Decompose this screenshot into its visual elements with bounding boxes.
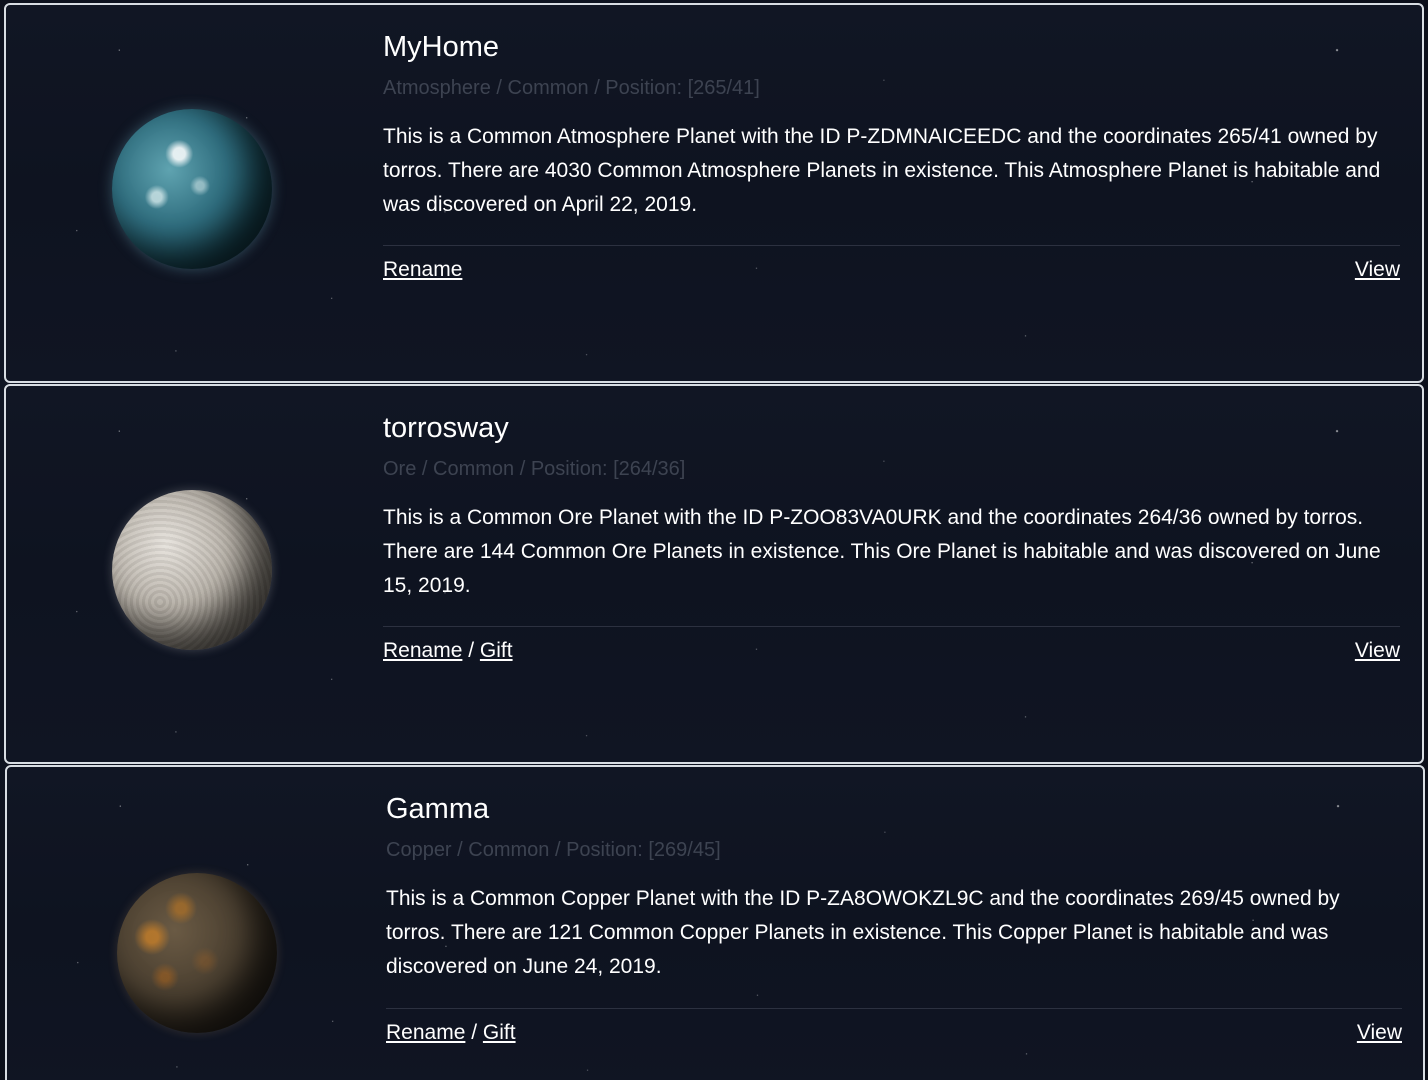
action-separator: / — [468, 639, 480, 662]
planet-actions: Rename / Gift — [383, 639, 513, 663]
planet-actions: Rename — [383, 258, 462, 282]
planet-name: torrosway — [383, 412, 509, 444]
ore-planet-image — [112, 490, 272, 650]
view-link[interactable]: View — [1357, 1021, 1402, 1045]
view-link[interactable]: View — [1355, 258, 1400, 282]
planet-description: This is a Common Atmosphere Planet with … — [383, 125, 1381, 216]
view-link[interactable]: View — [1355, 639, 1400, 663]
rename-link[interactable]: Rename — [383, 258, 462, 281]
copper-planet-image — [117, 873, 277, 1033]
planet-description: This is a Common Copper Planet with the … — [386, 887, 1340, 978]
planet-actions: Rename / Gift — [386, 1021, 516, 1045]
planet-name: MyHome — [383, 31, 500, 63]
rename-link[interactable]: Rename — [386, 1021, 465, 1044]
gift-link[interactable]: Gift — [483, 1021, 516, 1044]
planet-name: Gamma — [386, 793, 490, 825]
action-separator: / — [471, 1021, 483, 1044]
divider — [383, 245, 1400, 246]
planet-list: MyHome Atmosphere / Common / Position: [… — [0, 0, 1428, 1080]
planet-card: Gamma Copper / Common / Position: [269/4… — [5, 765, 1425, 1080]
planet-meta: Copper / Common / Position: [269/45] — [386, 839, 721, 861]
rename-link[interactable]: Rename — [383, 639, 462, 662]
divider — [386, 1008, 1402, 1009]
atmosphere-planet-image — [112, 109, 272, 269]
divider — [383, 626, 1400, 627]
planet-card: MyHome Atmosphere / Common / Position: [… — [4, 3, 1424, 383]
gift-link[interactable]: Gift — [480, 639, 513, 662]
planet-meta: Atmosphere / Common / Position: [265/41] — [383, 77, 760, 99]
planet-description: This is a Common Ore Planet with the ID … — [383, 506, 1381, 597]
planet-meta: Ore / Common / Position: [264/36] — [383, 458, 686, 480]
planet-card: torrosway Ore / Common / Position: [264/… — [4, 384, 1424, 764]
